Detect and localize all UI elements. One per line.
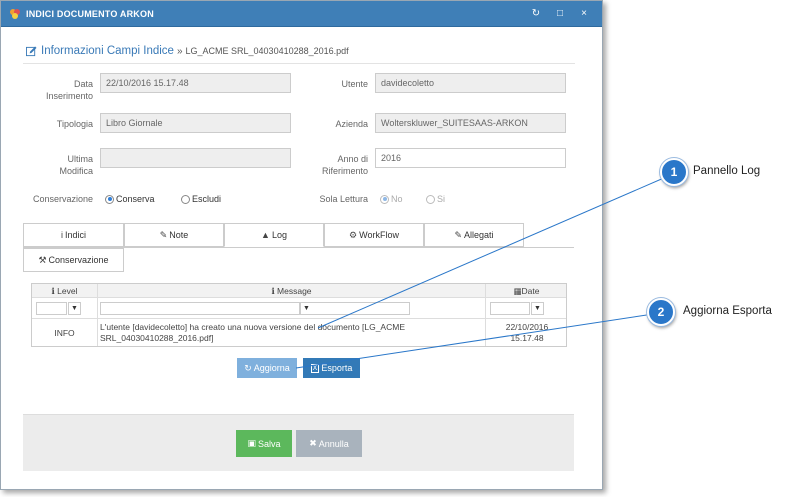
callout-badge-2: 2 (647, 298, 675, 326)
callout-label-2: Aggiorna Esporta (683, 305, 772, 317)
callout-badge-1: 1 (660, 158, 688, 186)
callout-line-1 (317, 173, 674, 329)
callout-label-1: Pannello Log (693, 165, 761, 177)
callout-line-2 (295, 312, 661, 369)
callout-lines (295, 173, 674, 369)
